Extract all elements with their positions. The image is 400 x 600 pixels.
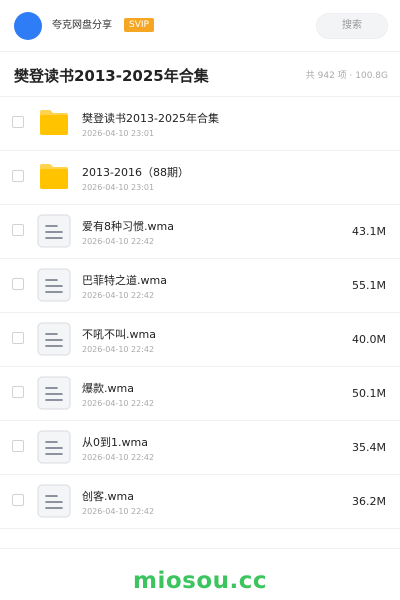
file-size: 40.0M xyxy=(352,333,386,346)
file-row[interactable]: 创客.wma 2026-04-10 22:42 36.2M xyxy=(0,475,400,529)
select-checkbox[interactable] xyxy=(12,224,24,236)
file-doc-icon xyxy=(37,268,71,302)
file-name[interactable]: 不吼不叫.wma xyxy=(82,328,156,342)
file-date: 2026-04-10 22:42 xyxy=(82,453,155,462)
file-date: 2026-04-10 23:01 xyxy=(82,129,155,138)
file-name[interactable]: 创客.wma xyxy=(82,490,134,504)
file-name[interactable]: 从0到1.wma xyxy=(82,436,148,450)
user-name: 夸克网盘分享 xyxy=(52,20,112,31)
select-checkbox[interactable] xyxy=(12,170,24,182)
file-date: 2026-04-10 22:42 xyxy=(82,399,155,408)
file-row[interactable]: 2013-2016（88期） 2026-04-10 23:01 xyxy=(0,151,400,205)
vip-badge: SVIP xyxy=(124,18,154,32)
footer: miosou.cc xyxy=(0,548,400,600)
file-name[interactable]: 巴菲特之道.wma xyxy=(82,274,167,288)
file-doc-icon xyxy=(37,376,71,410)
select-checkbox[interactable] xyxy=(12,440,24,452)
file-size: 50.1M xyxy=(352,387,386,400)
search-placeholder: 搜索 xyxy=(342,20,362,31)
folder-icon xyxy=(40,162,68,190)
file-doc-icon xyxy=(37,214,71,248)
file-doc-icon xyxy=(37,322,71,356)
select-checkbox[interactable] xyxy=(12,278,24,290)
file-row[interactable]: 爱有8种习惯.wma 2026-04-10 22:42 43.1M xyxy=(0,205,400,259)
file-name[interactable]: 2013-2016（88期） xyxy=(82,166,189,180)
file-doc-icon xyxy=(37,484,71,518)
file-name[interactable]: 樊登读书2013-2025年合集 xyxy=(82,112,219,126)
header-bar: 夸克网盘分享 SVIP 搜索 xyxy=(0,0,400,52)
select-checkbox[interactable] xyxy=(12,116,24,128)
file-size: 55.1M xyxy=(352,279,386,292)
file-date: 2026-04-10 22:42 xyxy=(82,507,155,516)
select-checkbox[interactable] xyxy=(12,386,24,398)
file-date: 2026-04-10 22:42 xyxy=(82,237,155,246)
select-checkbox[interactable] xyxy=(12,332,24,344)
file-row[interactable]: 从0到1.wma 2026-04-10 22:42 35.4M xyxy=(0,421,400,475)
page-title: 樊登读书2013-2025年合集 xyxy=(14,67,209,85)
file-date: 2026-04-10 23:01 xyxy=(82,183,155,192)
file-size: 35.4M xyxy=(352,441,386,454)
file-size: 43.1M xyxy=(352,225,386,238)
avatar[interactable] xyxy=(14,12,42,40)
brand-watermark: miosou.cc xyxy=(132,568,268,594)
folder-icon xyxy=(40,108,68,136)
file-name[interactable]: 爆款.wma xyxy=(82,382,134,396)
file-name[interactable]: 爱有8种习惯.wma xyxy=(82,220,174,234)
folder-meta: 共 942 项 · 100.8G xyxy=(305,71,388,81)
file-row[interactable]: 爆款.wma 2026-04-10 22:42 50.1M xyxy=(0,367,400,421)
file-row[interactable]: 不吼不叫.wma 2026-04-10 22:42 40.0M xyxy=(0,313,400,367)
select-checkbox[interactable] xyxy=(12,494,24,506)
file-list: 樊登读书2013-2025年合集 2026-04-10 23:01 2013-201… xyxy=(0,97,400,529)
file-row[interactable]: 巴菲特之道.wma 2026-04-10 22:42 55.1M xyxy=(0,259,400,313)
file-date: 2026-04-10 22:42 xyxy=(82,345,155,354)
search-input[interactable]: 搜索 xyxy=(316,13,388,39)
file-size: 36.2M xyxy=(352,495,386,508)
file-date: 2026-04-10 22:42 xyxy=(82,291,155,300)
file-doc-icon xyxy=(37,430,71,464)
file-row[interactable]: 樊登读书2013-2025年合集 2026-04-10 23:01 xyxy=(0,97,400,151)
